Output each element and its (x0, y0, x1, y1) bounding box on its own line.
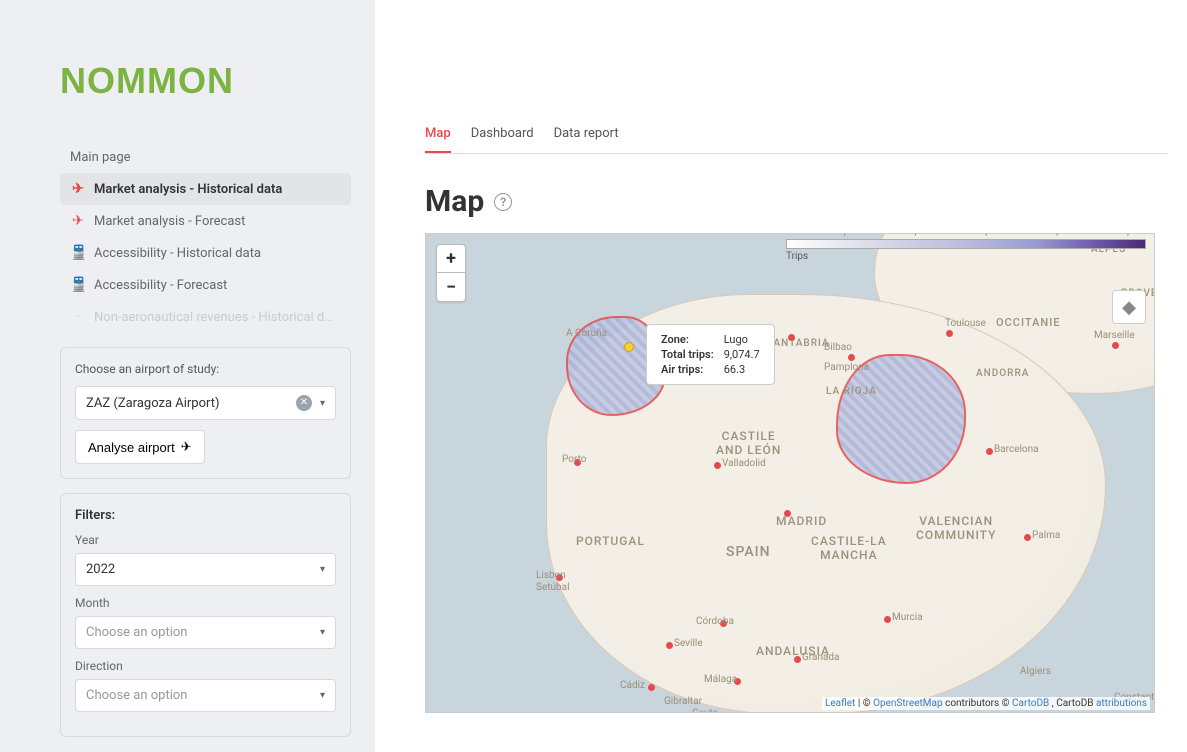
maplabel-occitanie: OCCITANIE (996, 316, 1061, 329)
maplabel-cantabria: CANTABRIA (766, 338, 830, 349)
legend-label: Trips (786, 251, 1146, 262)
nav-label: Accessibility - Historical data (94, 246, 261, 261)
city-dot[interactable] (788, 334, 795, 341)
tab-map[interactable]: Map (425, 120, 451, 153)
attributions-link[interactable]: attributions (1096, 698, 1147, 709)
filters-title: Filters: (75, 508, 336, 523)
train-icon: 🚆 (70, 277, 86, 293)
city-dot[interactable] (648, 684, 655, 691)
plane-icon: ✈ (181, 439, 192, 455)
city-dot[interactable] (986, 448, 993, 455)
airport-panel-title: Choose an airport of study: (75, 362, 336, 376)
chevron-down-icon: ▾ (320, 564, 325, 575)
zoom-out-button[interactable]: − (437, 273, 465, 301)
city-dot[interactable] (666, 642, 673, 649)
plane-icon: ✈ (70, 181, 86, 197)
year-label: Year (75, 533, 336, 547)
month-select[interactable]: Choose an option ▾ (75, 616, 336, 649)
nav-main-page[interactable]: Main page (60, 142, 351, 173)
chevron-down-icon: ▾ (320, 398, 325, 409)
maplabel-andorra: ANDORRA (976, 368, 1029, 379)
direction-select[interactable]: Choose an option ▾ (75, 679, 336, 712)
nav-market-historical[interactable]: ✈ Market analysis - Historical data (60, 173, 351, 205)
nav-non-aeronautical[interactable]: · Non-aeronautical revenues - Historical… (60, 301, 351, 333)
choropleth-aragon[interactable] (836, 354, 966, 484)
zoom-in-button[interactable]: + (437, 245, 465, 273)
direction-label: Direction (75, 659, 336, 673)
map[interactable]: + − 0 16,634 33,268 49,902 66,536 83,170… (425, 233, 1155, 713)
legend: 0 16,634 33,268 49,902 66,536 83,170 Tri… (786, 240, 1146, 262)
city-dot[interactable] (784, 510, 791, 517)
legend-scale (786, 239, 1146, 249)
cartodb-link[interactable]: CartoDB (1012, 698, 1049, 709)
brand-logo: NOMMON (60, 60, 351, 102)
leaflet-link[interactable]: Leaflet (825, 698, 855, 709)
city-dot[interactable] (794, 656, 801, 663)
filters-panel: Filters: Year 2022 ▾ Month Choose an opt… (60, 493, 351, 737)
chevron-down-icon: ▾ (320, 690, 325, 701)
plane-icon: ✈ (70, 213, 86, 229)
month-label: Month (75, 596, 336, 610)
clear-icon[interactable]: ✕ (296, 395, 312, 411)
nav-label: Market analysis - Historical data (94, 182, 282, 197)
map-tooltip: Zone:Lugo Total trips:9,074.7 Air trips:… (646, 324, 775, 385)
sidebar: NOMMON Main page ✈ Market analysis - His… (0, 0, 375, 752)
nav-label: Accessibility - Forecast (94, 278, 227, 293)
train-icon: 🚆 (70, 245, 86, 261)
maplabel-larioja: LA RIOJA (826, 386, 877, 397)
chevron-down-icon: ▾ (320, 627, 325, 638)
layers-button[interactable]: ◆ (1112, 290, 1146, 324)
maplabel-portugal: PORTUGAL (576, 534, 645, 548)
tab-dashboard[interactable]: Dashboard (471, 120, 534, 153)
info-icon[interactable]: ? (494, 193, 512, 211)
airport-select[interactable]: ZAZ (Zaragoza Airport) ✕ ▾ (75, 386, 336, 420)
maplabel-valencia: VALENCIAN COMMUNITY (916, 514, 996, 542)
city-dot[interactable] (946, 330, 953, 337)
main: Map Dashboard Data report Map ? + − 0 16… (375, 0, 1187, 752)
city-dot[interactable] (1112, 342, 1119, 349)
maplabel-madrid: MADRID (776, 514, 827, 528)
city-dot[interactable] (848, 354, 855, 361)
city-dot[interactable] (1024, 534, 1031, 541)
tab-datareport[interactable]: Data report (554, 120, 619, 153)
nav: Main page ✈ Market analysis - Historical… (60, 142, 351, 333)
map-attribution: Leaflet | © OpenStreetMap contributors ©… (822, 697, 1150, 710)
nav-label: Non-aeronautical revenues - Historical d… (94, 310, 333, 325)
maplabel-castile-leon: CASTILE AND LEÓN (716, 429, 781, 457)
zoom-control: + − (436, 244, 466, 302)
osm-link[interactable]: OpenStreetMap (873, 698, 943, 709)
nav-label: Market analysis - Forecast (94, 214, 245, 229)
nav-market-forecast[interactable]: ✈ Market analysis - Forecast (60, 205, 351, 237)
ghost-icon: · (70, 309, 86, 325)
city-dot[interactable] (884, 616, 891, 623)
page-title: Map ? (425, 184, 1167, 219)
nav-accessibility-historical[interactable]: 🚆 Accessibility - Historical data (60, 237, 351, 269)
tabs: Map Dashboard Data report (425, 120, 1167, 154)
maplabel-spain: SPAIN (726, 544, 771, 560)
highlight-marker[interactable] (624, 342, 634, 352)
map-background: PORTUGAL SPAIN CASTILE AND LEÓN MADRID C… (426, 234, 1154, 712)
airport-panel: Choose an airport of study: ZAZ (Zaragoz… (60, 347, 351, 479)
nav-accessibility-forecast[interactable]: 🚆 Accessibility - Forecast (60, 269, 351, 301)
city-dot[interactable] (714, 462, 721, 469)
year-select[interactable]: 2022 ▾ (75, 553, 336, 586)
maplabel-castile-mancha: CASTILE-LA MANCHA (811, 534, 887, 562)
airport-select-value: ZAZ (Zaragoza Airport) (86, 396, 220, 411)
analyse-airport-button[interactable]: Analyse airport ✈ (75, 430, 205, 464)
